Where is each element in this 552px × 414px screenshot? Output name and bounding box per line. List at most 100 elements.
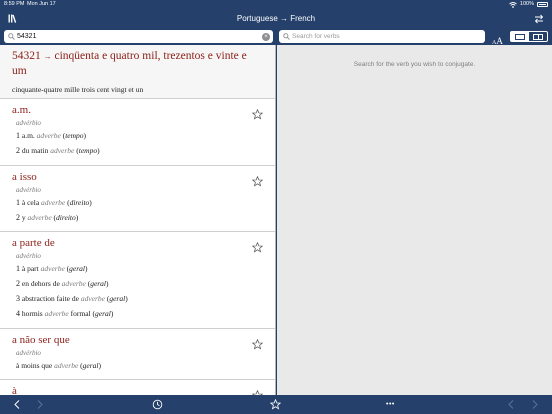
search-icon — [283, 33, 290, 40]
favorite-star-icon[interactable] — [252, 339, 263, 350]
sense-line: 2 en dehors de adverbe (geral) — [16, 279, 109, 288]
arrow-glyph: → — [43, 52, 52, 61]
sense-domain: tempo — [78, 146, 98, 155]
sense-number: 4 — [16, 309, 20, 318]
favorite-star-icon[interactable] — [252, 109, 263, 120]
sense-text: y — [21, 213, 26, 222]
conjugation-pane: Search for the verb you wish to conjugat… — [277, 45, 552, 395]
entry-pos: advérbio — [16, 119, 41, 127]
bottom-toolbar: ••• — [0, 395, 552, 414]
sense-line: 1 à cela adverbe (direito) — [16, 198, 92, 207]
wifi-icon — [509, 1, 517, 8]
conjugation-hint: Search for the verb you wish to conjugat… — [353, 61, 476, 68]
status-date: Mon Jun 17 — [27, 1, 56, 7]
list-item[interactable]: a isso advérbio 1 à cela adverbe (direit… — [0, 166, 275, 232]
sense-domain: geral — [95, 309, 111, 318]
sense-pos: adverbe — [40, 264, 65, 273]
search-row: 54321 × Search for verbs AA — [0, 29, 552, 46]
status-time: 8:59 PM — [4, 1, 25, 7]
single-view-button[interactable] — [511, 32, 529, 41]
battery-icon — [537, 2, 548, 7]
entry-headword: a parte de — [12, 237, 55, 249]
sense-line: 4 hormis adverbe formal (geral) — [16, 309, 114, 318]
sense-number: 2 — [16, 213, 20, 222]
sense-line: 1 à part adverbe (geral) — [16, 264, 88, 273]
sense-text: en dehors de — [21, 279, 60, 288]
split-pane-icon — [533, 33, 543, 40]
sense-register: formal — [70, 309, 91, 318]
entry-pos: advérbio — [16, 349, 41, 357]
sense-text: du matin — [21, 146, 49, 155]
sense-pos: adverbe — [27, 213, 52, 222]
battery-percent: 100% — [519, 1, 534, 7]
sense-number: 2 — [16, 146, 20, 155]
split-view-button[interactable] — [529, 32, 547, 41]
search-input-value[interactable]: 54321 — [17, 30, 36, 43]
list-item[interactable]: à — [0, 380, 275, 395]
prev-chevron-icon[interactable] — [506, 399, 517, 410]
sense-line: 2 du matin adverbe (tempo) — [16, 146, 100, 155]
results-list[interactable]: 54321 → cinqüenta e quatro mil, trezento… — [0, 45, 276, 395]
entry-headword: a não ser que — [12, 334, 70, 346]
sense-line: à moins que adverbe (geral) — [16, 361, 101, 370]
forward-chevron-icon[interactable] — [34, 399, 45, 410]
more-options-button[interactable]: ••• — [386, 395, 395, 414]
sense-pos: adverbe — [50, 146, 75, 155]
list-item[interactable]: a não ser que advérbio à moins que adver… — [0, 329, 275, 380]
entry-headword: à — [12, 385, 17, 395]
sense-domain: direito — [56, 213, 76, 222]
nav-bar: Portuguese → French — [0, 9, 552, 29]
sense-domain: geral — [90, 279, 107, 288]
back-chevron-icon[interactable] — [12, 399, 23, 410]
sense-pos: adverbe — [54, 361, 79, 370]
search-icon — [8, 33, 15, 40]
sense-domain: geral — [82, 361, 99, 370]
sense-text: abstraction faite de — [21, 294, 79, 303]
swap-languages-icon[interactable] — [534, 14, 544, 24]
history-clock-icon[interactable] — [152, 399, 163, 410]
sense-pos: adverbe — [61, 279, 86, 288]
sense-text: à cela — [21, 198, 40, 207]
favorite-star-icon[interactable] — [252, 176, 263, 187]
sense-text: a.m. — [21, 131, 35, 140]
sense-number: 2 — [16, 279, 20, 288]
view-mode-toggle[interactable] — [510, 31, 548, 42]
number-headword: 54321 → cinqüenta e quatro mil, trezento… — [12, 49, 263, 79]
status-right: 100% — [509, 0, 548, 9]
entry-pos: advérbio — [16, 252, 41, 260]
sense-pos: adverbe — [80, 294, 105, 303]
next-chevron-icon[interactable] — [529, 399, 540, 410]
sense-text: hormis — [21, 309, 43, 318]
sense-number: 3 — [16, 294, 20, 303]
status-bar: 8:59 PM Mon Jun 17 100% — [0, 0, 552, 9]
sense-line: 2 y adverbe (direito) — [16, 213, 79, 222]
sense-line: 3 abstraction faite de adverbe (geral) — [16, 294, 128, 303]
sense-domain: direito — [69, 198, 90, 207]
sense-pos: adverbe — [36, 131, 61, 140]
list-item[interactable]: a.m. advérbio 1 a.m. adverbe (tempo) 2 d… — [0, 99, 275, 166]
sense-domain: geral — [109, 294, 126, 303]
sense-domain: geral — [69, 264, 85, 273]
favorite-star-icon[interactable] — [252, 242, 263, 253]
entry-headword: a isso — [12, 171, 37, 183]
sense-domain: tempo — [65, 131, 84, 140]
dictionary-search-field[interactable]: 54321 × — [4, 30, 273, 43]
number-value: 54321 — [12, 50, 41, 62]
favorites-star-icon[interactable] — [270, 399, 281, 410]
verb-search-placeholder[interactable]: Search for verbs — [292, 30, 340, 43]
sense-line: 1 a.m. adverbe (tempo) — [16, 131, 87, 140]
sense-number: 1 — [16, 264, 20, 273]
clear-search-icon[interactable]: × — [262, 32, 270, 41]
entry-pos: advérbio — [16, 186, 41, 194]
sense-number: 1 — [16, 198, 20, 207]
single-pane-icon — [515, 33, 525, 40]
number-entry[interactable]: 54321 → cinqüenta e quatro mil, trezento… — [0, 45, 275, 99]
sense-number: 1 — [16, 131, 20, 140]
sense-text: à moins que — [16, 361, 53, 370]
entry-headword: a.m. — [12, 104, 31, 116]
sense-pos: adverbe — [44, 309, 69, 318]
verb-search-field[interactable]: Search for verbs — [279, 30, 485, 43]
list-item[interactable]: a parte de advérbio 1 à part adverbe (ge… — [0, 232, 275, 329]
sense-pos: adverbe — [41, 198, 66, 207]
sense-text: à part — [21, 264, 39, 273]
